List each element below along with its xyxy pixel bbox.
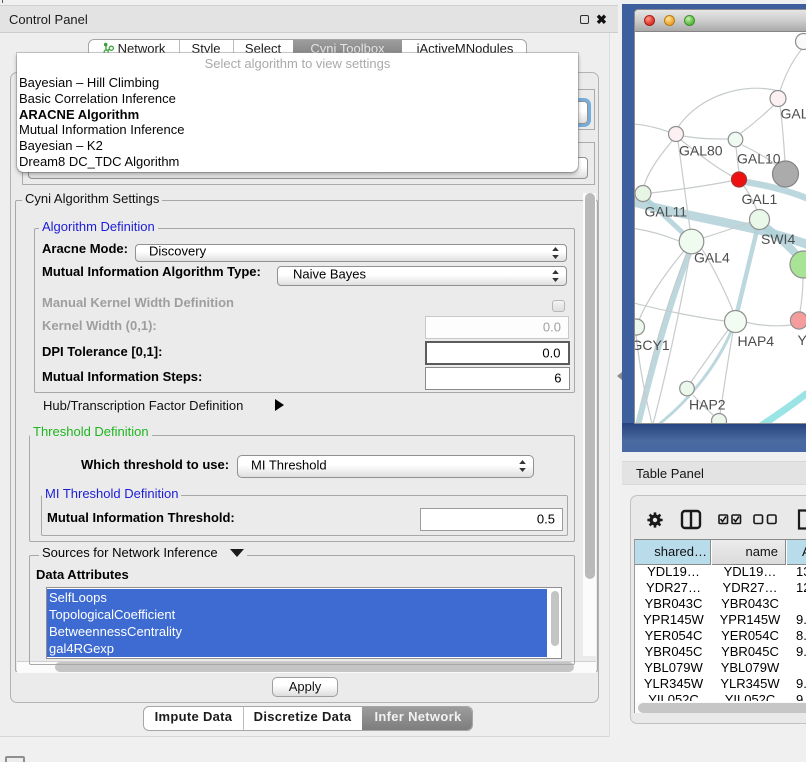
svg-text:GAL80: GAL80 — [679, 143, 723, 159]
svg-text:HAP2: HAP2 — [689, 397, 726, 413]
svg-text:GAL11: GAL11 — [645, 204, 688, 220]
svg-text:SWI4: SWI4 — [761, 231, 795, 247]
svg-text:GAL4: GAL4 — [694, 250, 730, 266]
svg-text:HAP4: HAP4 — [738, 333, 775, 349]
svg-text:GAL1: GAL1 — [742, 191, 778, 207]
svg-text:Y: Y — [798, 332, 806, 348]
svg-text:GAL2: GAL2 — [781, 106, 806, 122]
svg-text:GAL10: GAL10 — [737, 150, 781, 166]
svg-text:GCY1: GCY1 — [635, 337, 670, 353]
